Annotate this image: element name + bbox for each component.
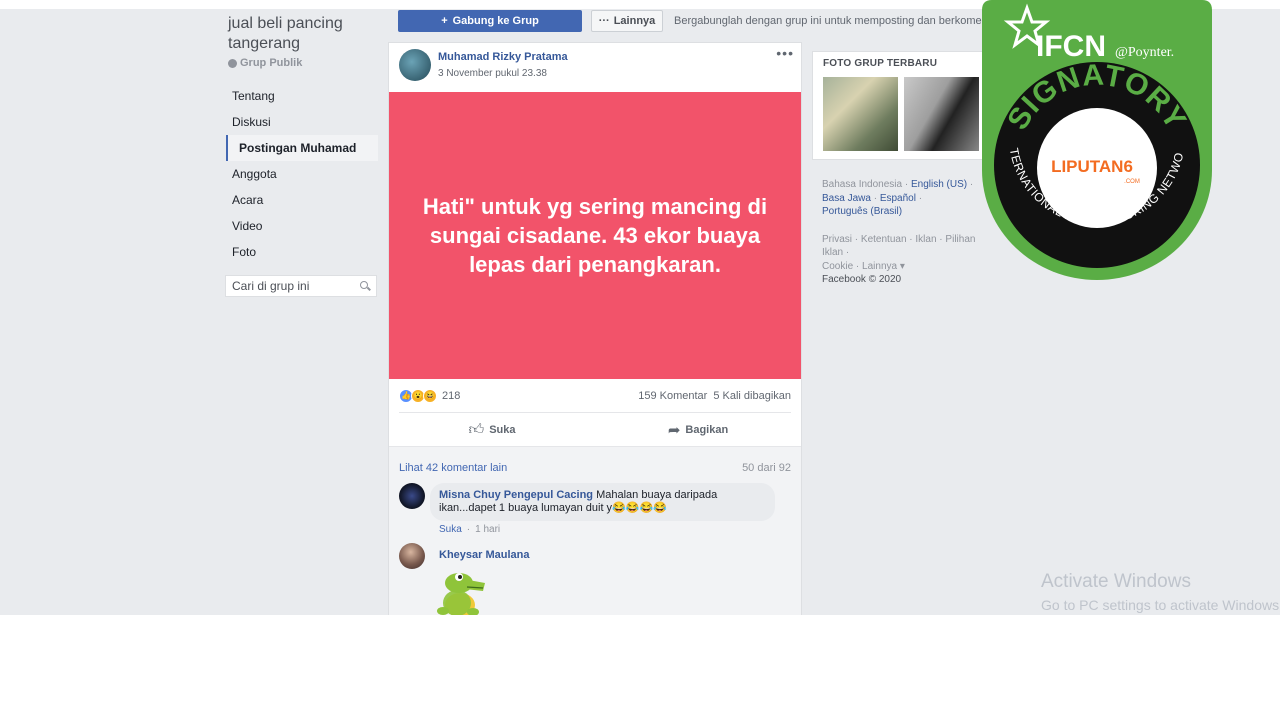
language-selector: Bahasa Indonesia · English (US) · Basa J…: [822, 179, 974, 217]
reactions[interactable]: 👍 😮 😆 218: [399, 388, 460, 403]
like-label: Suka: [489, 423, 516, 436]
share-button[interactable]: ➦ Bagikan: [595, 413, 801, 446]
comments-pagination: 50 dari 92: [742, 462, 791, 474]
more-label: Lainnya: [613, 15, 656, 27]
screenshot: jual beli pancing tangerang Grup Publik …: [0, 0, 1280, 720]
nav-item-video[interactable]: Video: [228, 213, 380, 239]
nav-item-anggota[interactable]: Anggota: [228, 161, 380, 187]
crocodile-sticker: [437, 573, 485, 615]
post-options-icon[interactable]: •••: [776, 45, 794, 61]
commenter-name[interactable]: Misna Chuy Pengepul Cacing: [439, 489, 593, 501]
post-action-row: 👍︎ Suka ➦ Bagikan: [389, 413, 801, 447]
liputan6-logo-sub: .COM: [1124, 179, 1140, 185]
photo-grid: [823, 77, 996, 151]
footer-link[interactable]: Ketentuan: [861, 234, 907, 245]
footer-link[interactable]: Cookie: [822, 261, 853, 272]
current-language: Bahasa Indonesia: [822, 179, 903, 190]
search-placeholder: Cari di grup ini: [232, 279, 310, 293]
plus-icon: +: [441, 15, 448, 27]
comment-time[interactable]: 1 hari: [475, 524, 500, 535]
share-label: Bagikan: [685, 423, 729, 436]
language-link[interactable]: Español: [880, 193, 916, 204]
group-action-bar: + Gabung ke Grup ··· Lainnya Bergabungla…: [398, 10, 1003, 32]
shares-count[interactable]: 5 Kali dibagikan: [713, 390, 791, 402]
globe-icon: [228, 58, 237, 68]
nav-item-acara[interactable]: Acara: [228, 187, 380, 213]
more-dots-icon: ···: [598, 15, 610, 27]
group-type-label: Grup Publik: [240, 57, 303, 69]
haha-reaction-icon: 😆: [423, 388, 437, 403]
group-search-input[interactable]: Cari di grup ini: [225, 275, 377, 297]
view-more-comments-link[interactable]: Lihat 42 komentar lain: [399, 462, 507, 474]
share-arrow-icon: ➦: [667, 421, 681, 439]
footer-link[interactable]: Lainnya: [862, 261, 897, 272]
comments-header: Lihat 42 komentar lain 50 dari 92: [399, 447, 791, 483]
recent-photos-box: FOTO GRUP TERBARU: [812, 51, 1007, 160]
comment-bubble: Misna Chuy Pengepul Cacing Mahalan buaya…: [430, 483, 775, 521]
footer-link[interactable]: Privasi: [822, 234, 852, 245]
language-link[interactable]: Basa Jawa: [822, 193, 871, 204]
windows-activation-watermark: Activate Windows Go to PC settings to ac…: [1041, 571, 1280, 613]
right-column: FOTO GRUP TERBARU Bahasa Indonesia · Eng…: [812, 51, 1007, 287]
copyright: Facebook © 2020: [822, 274, 902, 285]
comments-section: Lihat 42 komentar lain 50 dari 92 Misna …: [389, 447, 801, 615]
more-button[interactable]: ··· Lainnya: [591, 10, 663, 32]
photo-thumbnail[interactable]: [904, 77, 979, 151]
join-group-label: Gabung ke Grup: [452, 15, 539, 27]
activate-subtitle: Go to PC settings to activate Windows.: [1041, 597, 1280, 613]
reaction-summary: 👍 😮 😆 218 159 Komentar 5 Kali dibagikan: [399, 379, 791, 413]
nav-item-postingan[interactable]: Postingan Muhamad: [226, 135, 378, 161]
ifcn-text: IFCN: [1036, 30, 1106, 63]
poynter-text: @Poynter.: [1115, 45, 1174, 60]
post-text-card: Hati" untuk yg sering mancing di sungai …: [389, 92, 801, 379]
join-group-button[interactable]: + Gabung ke Grup: [398, 10, 582, 32]
comment-like-link[interactable]: Suka: [439, 524, 462, 535]
commenter-avatar[interactable]: [399, 483, 425, 509]
post-header: Muhamad Rizky Pratama 3 November pukul 2…: [389, 43, 801, 92]
reaction-count[interactable]: 218: [442, 390, 460, 402]
search-icon[interactable]: [360, 281, 370, 291]
ifcn-signatory-badge: IFCN @Poynter. SIGNATORY INTERNATIONAL F…: [982, 0, 1212, 280]
group-type: Grup Publik: [228, 57, 380, 69]
photo-thumbnail[interactable]: [823, 77, 898, 151]
group-sidebar: jual beli pancing tangerang Grup Publik …: [225, 9, 380, 297]
language-link[interactable]: Português (Brasil): [822, 206, 902, 217]
group-nav: Tentang Diskusi Postingan Muhamad Anggot…: [226, 83, 380, 265]
nav-item-foto[interactable]: Foto: [228, 239, 380, 265]
language-link[interactable]: English (US): [911, 179, 967, 190]
nav-item-diskusi[interactable]: Diskusi: [228, 109, 380, 135]
like-button[interactable]: 👍︎ Suka: [389, 413, 595, 446]
thumbs-up-icon: 👍︎: [468, 420, 485, 438]
recent-photos-title[interactable]: FOTO GRUP TERBARU: [823, 58, 996, 69]
liputan6-logo: LIPUTAN6: [1051, 157, 1133, 176]
post-author[interactable]: Muhamad Rizky Pratama: [438, 51, 568, 63]
group-title[interactable]: jual beli pancing tangerang: [228, 14, 380, 54]
comment-item: Misna Chuy Pengepul Cacing Mahalan buaya…: [399, 483, 791, 543]
comment-item: Kheysar Maulana: [399, 543, 791, 615]
comments-count[interactable]: 159 Komentar: [638, 390, 707, 402]
footer-link[interactable]: Iklan: [915, 234, 936, 245]
post-timestamp[interactable]: 3 November pukul 23.38: [438, 68, 547, 79]
activate-title: Activate Windows: [1041, 571, 1191, 592]
footer-links: Privasi · Ketentuan · Iklan · Pilihan Ik…: [822, 233, 976, 286]
author-avatar[interactable]: [399, 49, 431, 81]
join-note: Bergabunglah dengan grup ini untuk mempo…: [674, 15, 1004, 27]
nav-item-tentang[interactable]: Tentang: [228, 83, 380, 109]
comment-meta: Suka · 1 hari: [439, 524, 500, 535]
comment-sep: ·: [466, 524, 471, 535]
commenter-name[interactable]: Kheysar Maulana: [439, 549, 529, 561]
post-stats: 159 Komentar 5 Kali dibagikan: [638, 390, 791, 402]
commenter-avatar[interactable]: [399, 543, 425, 569]
post-card: Muhamad Rizky Pratama 3 November pukul 2…: [388, 42, 802, 615]
